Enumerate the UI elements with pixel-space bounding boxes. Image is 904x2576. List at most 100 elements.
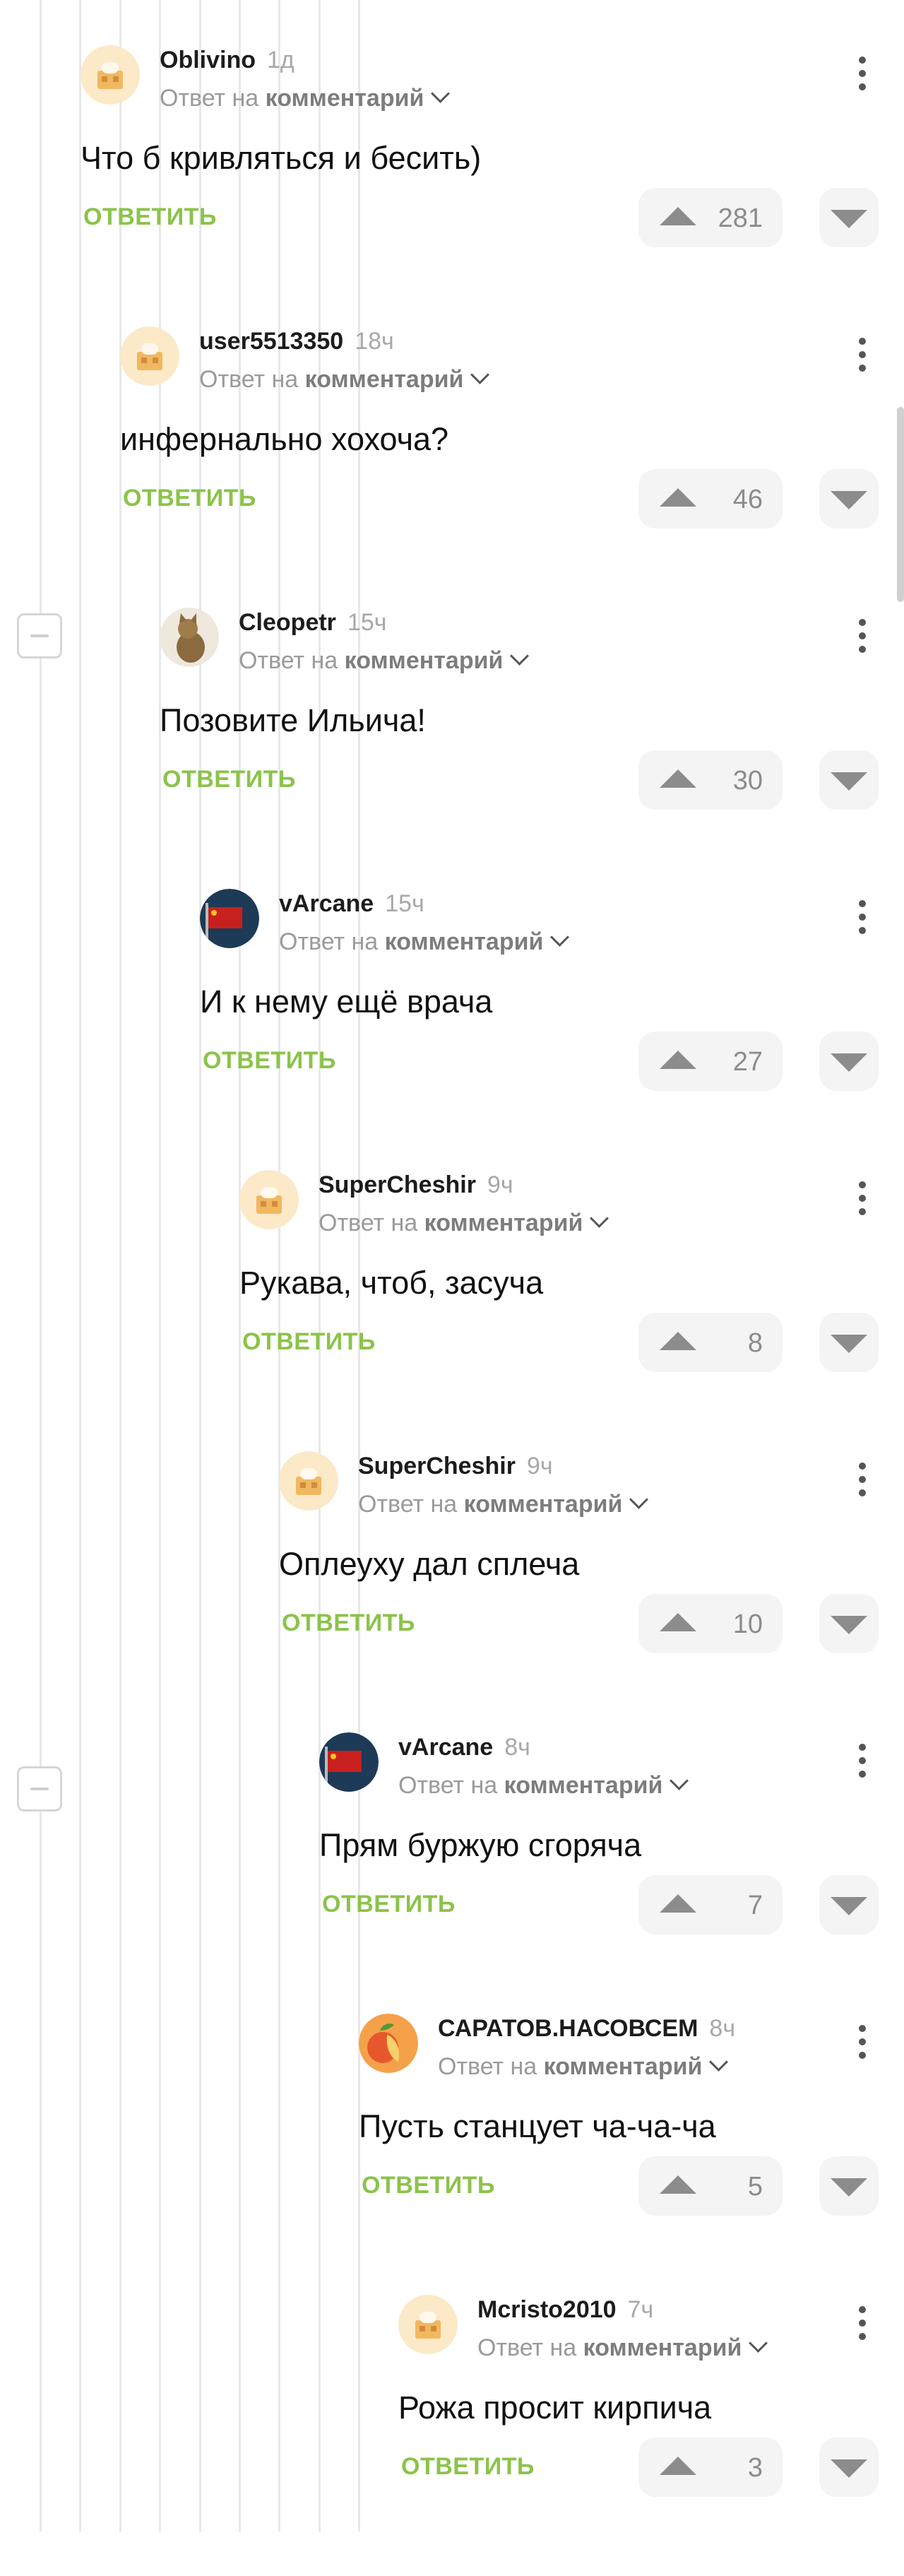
- reply-button[interactable]: ОТВЕТИТЬ: [362, 2172, 495, 2199]
- stamp-avatar[interactable]: [239, 1170, 299, 1229]
- chevron-down-icon: [431, 84, 451, 103]
- flag-avatar[interactable]: [319, 1732, 379, 1792]
- chevron-down-icon: [510, 646, 530, 666]
- arrow-down-icon: [831, 210, 867, 228]
- comment-time: 8ч: [709, 2015, 736, 2042]
- comment: Oblivino 1д Ответ на комментарий Что б кр…: [81, 45, 904, 326]
- downvote-button[interactable]: [819, 1875, 879, 1934]
- comment: user5513350 18ч Ответ на комментарий инфе…: [120, 326, 904, 608]
- downvote-button[interactable]: [819, 1313, 879, 1372]
- thread-line: [40, 0, 42, 2531]
- downvote-button[interactable]: [819, 1032, 879, 1091]
- more-options-icon[interactable]: [859, 2306, 867, 2348]
- comment-username[interactable]: САРАТОВ.НАСОВСЕМ 8ч: [438, 2015, 735, 2043]
- rating-count: 3: [747, 2453, 763, 2483]
- upvote-button[interactable]: 46: [638, 469, 783, 528]
- reply-to-link[interactable]: Ответ на комментарий: [477, 2334, 768, 2362]
- comment-thread: Oblivino 1д Ответ на комментарий Что б кр…: [0, 0, 904, 2531]
- comment-text: Прям буржую сгоряча: [319, 1827, 642, 1863]
- downvote-button[interactable]: [819, 2438, 879, 2497]
- comment-username[interactable]: SuperCheshir 9ч: [319, 1171, 513, 1199]
- comment-username[interactable]: user5513350 18ч: [199, 328, 394, 355]
- stamp-avatar[interactable]: [398, 2295, 458, 2354]
- downvote-button[interactable]: [819, 2156, 879, 2216]
- scrollbar[interactable]: [897, 407, 904, 602]
- collapse-thread-button[interactable]: [17, 1766, 62, 1812]
- more-options-icon[interactable]: [859, 619, 867, 661]
- downvote-button[interactable]: [819, 188, 879, 247]
- arrow-up-icon: [660, 769, 696, 788]
- stamp-avatar[interactable]: [81, 45, 140, 105]
- more-options-icon[interactable]: [859, 1744, 867, 1786]
- comment-text: Рожа просит кирпича: [398, 2389, 712, 2426]
- reply-button[interactable]: ОТВЕТИТЬ: [401, 2453, 535, 2481]
- more-options-icon[interactable]: [859, 57, 867, 99]
- comment-username[interactable]: vArcane 15ч: [279, 890, 424, 918]
- comment-username[interactable]: Mcristo2010 7ч: [477, 2296, 653, 2324]
- arrow-down-icon: [831, 2459, 867, 2478]
- stamp-avatar[interactable]: [279, 1451, 338, 1511]
- reply-button[interactable]: ОТВЕТИТЬ: [123, 485, 256, 512]
- comment-text: Позовите Ильича!: [160, 702, 426, 738]
- reply-to-link[interactable]: Ответ на комментарий: [199, 365, 490, 394]
- arrow-up-icon: [660, 1332, 696, 1350]
- comment: Mcristo2010 7ч Ответ на комментарий Рожа …: [398, 2295, 904, 2576]
- chevron-down-icon: [670, 1771, 689, 1790]
- arrow-down-icon: [831, 1335, 867, 1353]
- chevron-down-icon: [590, 1209, 609, 1228]
- collapse-thread-button[interactable]: [17, 613, 62, 658]
- comment: SuperCheshir 9ч Ответ на комментарий Рука…: [239, 1170, 904, 1451]
- upvote-button[interactable]: 281: [638, 188, 783, 247]
- upvote-button[interactable]: 7: [638, 1875, 783, 1934]
- reply-to-link[interactable]: Ответ на комментарий: [319, 1209, 609, 1237]
- arrow-up-icon: [660, 488, 696, 507]
- cat-avatar[interactable]: [160, 608, 219, 667]
- more-options-icon[interactable]: [859, 338, 867, 380]
- reply-to-link[interactable]: Ответ на комментарий: [438, 2052, 729, 2081]
- upvote-button[interactable]: 8: [638, 1313, 783, 1372]
- more-options-icon[interactable]: [859, 900, 867, 943]
- comment-text: инфернально хохоча?: [120, 421, 449, 457]
- comment: САРАТОВ.НАСОВСЕМ 8ч Ответ на комментарий …: [359, 2014, 904, 2295]
- upvote-button[interactable]: 27: [638, 1032, 783, 1091]
- rating-count: 7: [747, 1891, 763, 1920]
- reply-button[interactable]: ОТВЕТИТЬ: [282, 1609, 415, 1637]
- comment-text: И к нему ещё врача: [200, 983, 493, 1020]
- upvote-button[interactable]: 5: [638, 2156, 783, 2216]
- reply-to-link[interactable]: Ответ на комментарий: [160, 84, 451, 112]
- more-options-icon[interactable]: [859, 2025, 867, 2067]
- arrow-down-icon: [831, 1897, 867, 1915]
- downvote-button[interactable]: [819, 750, 879, 810]
- downvote-button[interactable]: [819, 469, 879, 528]
- upvote-button[interactable]: 3: [638, 2438, 783, 2497]
- reply-to-link[interactable]: Ответ на комментарий: [358, 1490, 649, 1518]
- arrow-up-icon: [660, 1613, 696, 1631]
- fruit-avatar[interactable]: [359, 2014, 418, 2073]
- reply-to-link[interactable]: Ответ на комментарий: [398, 1771, 689, 1800]
- comment: vArcane 15ч Ответ на комментарий И к нему…: [200, 889, 904, 1170]
- flag-avatar[interactable]: [200, 889, 259, 948]
- comment-username[interactable]: Oblivino 1д: [160, 47, 295, 74]
- upvote-button[interactable]: 30: [638, 750, 783, 810]
- reply-button[interactable]: ОТВЕТИТЬ: [322, 1891, 456, 1918]
- stamp-avatar[interactable]: [120, 326, 179, 386]
- comment-username[interactable]: SuperCheshir 9ч: [358, 1453, 553, 1480]
- more-options-icon[interactable]: [859, 1463, 867, 1505]
- reply-button[interactable]: ОТВЕТИТЬ: [162, 766, 296, 793]
- more-options-icon[interactable]: [859, 1181, 867, 1224]
- reply-to-link[interactable]: Ответ на комментарий: [279, 928, 570, 956]
- reply-button[interactable]: ОТВЕТИТЬ: [203, 1047, 336, 1075]
- upvote-button[interactable]: 10: [638, 1594, 783, 1653]
- comment-username[interactable]: vArcane 8ч: [398, 1734, 530, 1761]
- comment: SuperCheshir 9ч Ответ на комментарий Опле…: [279, 1451, 904, 1732]
- comment-username[interactable]: Cleopetr 15ч: [239, 609, 386, 637]
- rating-count: 8: [747, 1328, 763, 1358]
- downvote-button[interactable]: [819, 1594, 879, 1653]
- comment-text: Оплеуху дал сплеча: [279, 1546, 580, 1582]
- reply-to-link[interactable]: Ответ на комментарий: [239, 646, 530, 675]
- reply-button[interactable]: ОТВЕТИТЬ: [83, 203, 217, 231]
- arrow-down-icon: [831, 2178, 867, 2197]
- arrow-up-icon: [660, 1051, 696, 1069]
- reply-button[interactable]: ОТВЕТИТЬ: [242, 1328, 376, 1356]
- rating-count: 10: [732, 1609, 763, 1639]
